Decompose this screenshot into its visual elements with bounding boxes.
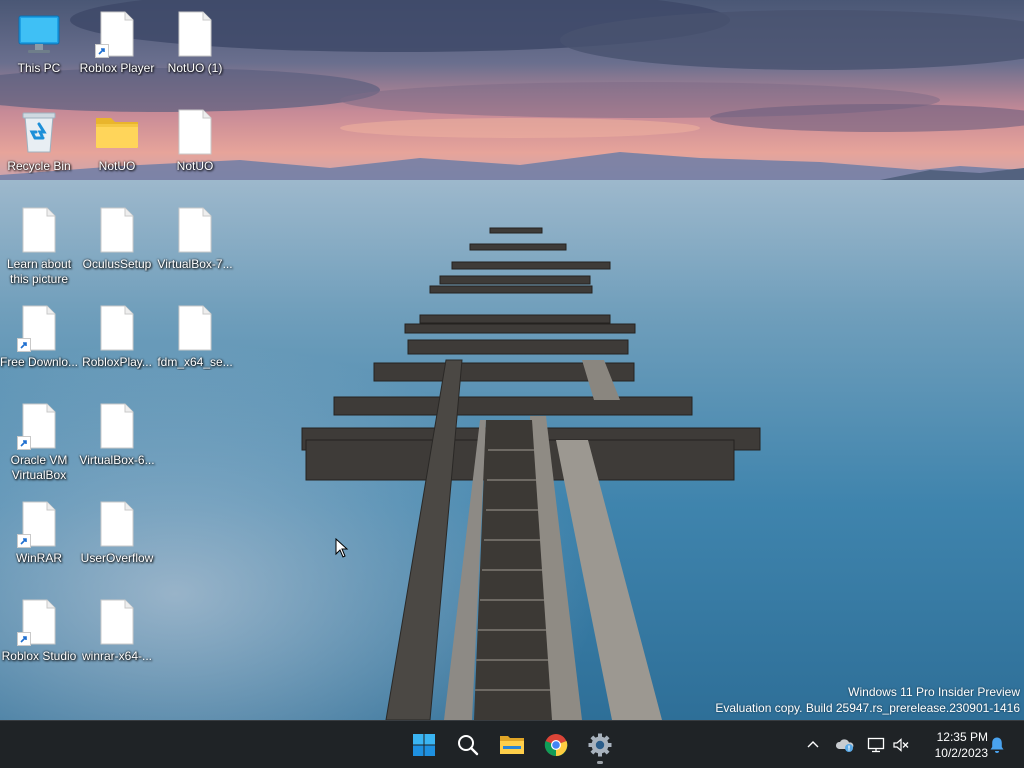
recycle-bin-icon bbox=[15, 108, 63, 156]
desktop-icon-label: Roblox Player bbox=[79, 61, 155, 75]
chrome-icon bbox=[544, 734, 568, 757]
file-icon bbox=[15, 500, 63, 548]
search-icon bbox=[458, 735, 479, 756]
shortcut-arrow-icon bbox=[17, 436, 31, 450]
file-icon bbox=[93, 500, 141, 548]
desktop-icon-notuo-1[interactable]: NotUO (1) bbox=[156, 6, 234, 98]
file-icon bbox=[93, 598, 141, 646]
desktop-icon-label: NotUO bbox=[98, 159, 136, 173]
folder-icon bbox=[93, 108, 141, 156]
desktop-icon-oculussetup[interactable]: OculusSetup bbox=[78, 202, 156, 294]
desktop-icon-label: Learn about this picture bbox=[6, 257, 72, 286]
desktop-icon-notuo-file[interactable]: NotUO bbox=[156, 104, 234, 196]
file-icon bbox=[15, 304, 63, 352]
desktop-icon-notuo-folder[interactable]: NotUO bbox=[78, 104, 156, 196]
desktop-icon-fdm-setup[interactable]: fdm_x64_se... bbox=[156, 300, 234, 392]
desktop-icon-label: This PC bbox=[17, 61, 61, 75]
bell-icon bbox=[990, 737, 1004, 753]
clock[interactable]: 12:35 PM 10/2/2023 bbox=[918, 729, 988, 761]
folder-icon bbox=[500, 736, 524, 754]
shortcut-arrow-icon bbox=[17, 534, 31, 548]
watermark-build: Evaluation copy. Build 25947.rs_prerelea… bbox=[715, 701, 1020, 715]
file-icon bbox=[15, 598, 63, 646]
taskbar: 12:35 PM 10/2/2023 bbox=[0, 720, 1024, 768]
desktop-icon-label: Roblox Studio bbox=[1, 649, 77, 663]
desktop-icon-label: NotUO (1) bbox=[167, 61, 223, 75]
windows-watermark: Windows 11 Pro Insider Preview Evaluatio… bbox=[715, 684, 1020, 716]
desktop-icon-label: fdm_x64_se... bbox=[157, 355, 233, 369]
file-icon bbox=[171, 206, 219, 254]
file-icon bbox=[93, 206, 141, 254]
file-icon bbox=[15, 402, 63, 450]
desktop-icon-learn-about-picture[interactable]: Learn about this picture bbox=[0, 202, 78, 294]
desktop-icon-virtualbox-7[interactable]: VirtualBox-7... bbox=[156, 202, 234, 294]
desktop-icon-label: UserOverflow bbox=[80, 551, 154, 565]
desktop-icon-robloxplayer-installer[interactable]: RobloxPlay... bbox=[78, 300, 156, 392]
start-button[interactable] bbox=[404, 725, 444, 765]
watermark-edition: Windows 11 Pro Insider Preview bbox=[848, 685, 1020, 699]
running-indicator bbox=[597, 761, 603, 764]
desktop-icon-label: RobloxPlay... bbox=[82, 355, 152, 369]
chrome-button[interactable] bbox=[536, 725, 576, 765]
volume-muted-icon bbox=[893, 738, 909, 752]
mouse-pointer-icon bbox=[335, 537, 349, 558]
desktop-icon-free-download[interactable]: Free Downlo... bbox=[0, 300, 78, 392]
shortcut-arrow-icon bbox=[17, 632, 31, 646]
computer-icon bbox=[15, 10, 63, 58]
file-icon bbox=[171, 10, 219, 58]
file-icon bbox=[15, 206, 63, 254]
show-hidden-icons-button[interactable] bbox=[801, 733, 825, 757]
search-button[interactable] bbox=[448, 725, 488, 765]
desktop-icon-label: WinRAR bbox=[15, 551, 62, 565]
volume-tray-button[interactable] bbox=[889, 733, 913, 757]
clock-date: 10/2/2023 bbox=[934, 746, 988, 760]
desktop-icon-useroverflow[interactable]: UserOverflow bbox=[78, 496, 156, 588]
desktop-icon-label: VirtualBox-7... bbox=[157, 257, 233, 271]
file-icon bbox=[93, 402, 141, 450]
windows-logo-icon bbox=[413, 734, 435, 756]
network-tray-button[interactable] bbox=[864, 733, 888, 757]
desktop-icon-label: winrar-x64-... bbox=[81, 649, 152, 663]
desktop-icon-winrar-installer[interactable]: winrar-x64-... bbox=[78, 594, 156, 686]
clock-time: 12:35 PM bbox=[936, 730, 988, 744]
desktop-icon-virtualbox-6[interactable]: VirtualBox-6... bbox=[78, 398, 156, 490]
file-explorer-button[interactable] bbox=[492, 725, 532, 765]
desktop-icon-label: Recycle Bin bbox=[7, 159, 71, 173]
desktop-icon-this-pc[interactable]: This PC bbox=[0, 6, 78, 98]
desktop-icon-roblox-player[interactable]: Roblox Player bbox=[78, 6, 156, 98]
file-icon bbox=[93, 10, 141, 58]
chevron-up-icon bbox=[807, 741, 819, 748]
network-icon bbox=[867, 737, 885, 753]
file-icon bbox=[93, 304, 141, 352]
desktop-icon-label: NotUO bbox=[176, 159, 214, 173]
file-icon bbox=[171, 108, 219, 156]
desktop-icon-winrar[interactable]: WinRAR bbox=[0, 496, 78, 588]
desktop-icon-roblox-studio[interactable]: Roblox Studio bbox=[0, 594, 78, 686]
desktop-icon-oracle-vm-virtualbox[interactable]: Oracle VM VirtualBox bbox=[0, 398, 78, 490]
desktop-icon-label: VirtualBox-6... bbox=[79, 453, 155, 467]
onedrive-icon bbox=[835, 739, 854, 752]
desktop-icon-label: OculusSetup bbox=[82, 257, 152, 271]
settings-button[interactable] bbox=[580, 725, 620, 765]
notification-center-button[interactable] bbox=[985, 733, 1009, 757]
desktop-icon-label: Oracle VM VirtualBox bbox=[10, 453, 68, 482]
desktop-icon-recycle-bin[interactable]: Recycle Bin bbox=[0, 104, 78, 196]
onedrive-tray-button[interactable] bbox=[833, 733, 857, 757]
desktop-icon-label: Free Downlo... bbox=[0, 355, 79, 369]
file-icon bbox=[171, 304, 219, 352]
shortcut-arrow-icon bbox=[17, 338, 31, 352]
shortcut-arrow-icon bbox=[95, 44, 109, 58]
gear-icon bbox=[588, 733, 612, 757]
